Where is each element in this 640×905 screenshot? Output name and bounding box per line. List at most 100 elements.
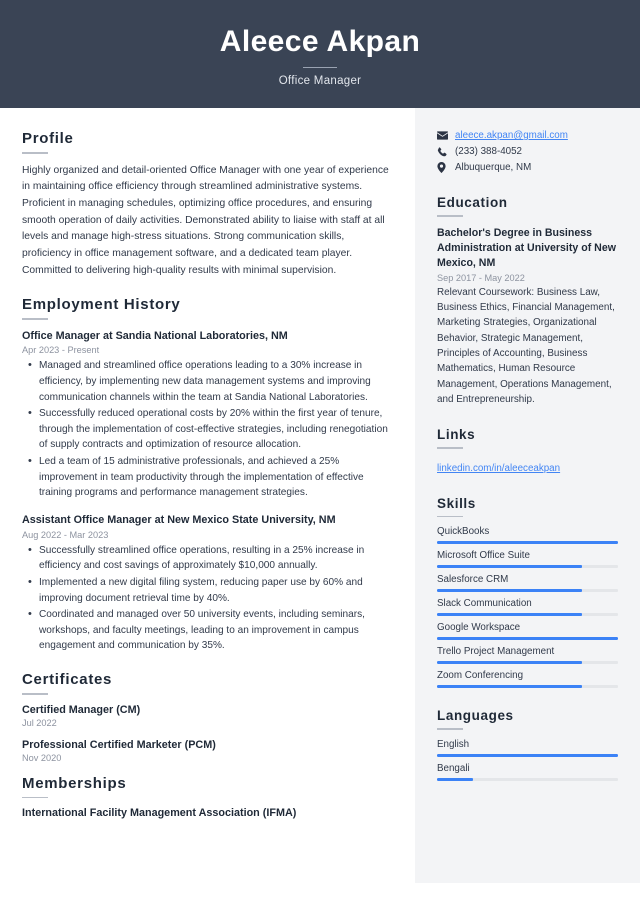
language-label: English — [437, 738, 470, 750]
links-heading: Links — [437, 427, 476, 443]
profile-text: Highly organized and detail-oriented Off… — [22, 164, 389, 276]
location-pin-icon — [437, 162, 451, 173]
skills-heading: Skills — [437, 495, 476, 511]
language-bar-track — [437, 777, 618, 781]
location-text: Albuquerque, NM — [455, 162, 532, 173]
heading-underline — [437, 447, 463, 449]
education-title: Bachelor's Degree in Business Administra… — [437, 226, 616, 269]
certificate-entry: Certified Manager (CM) Jul 2022 — [22, 704, 393, 728]
certificate-date: Jul 2022 — [22, 717, 57, 728]
heading-underline — [437, 215, 463, 217]
contact-phone-row: (233) 388-4052 — [437, 146, 618, 157]
skill-bar-fill — [437, 613, 582, 617]
skill-bar-track — [437, 613, 618, 617]
membership-name: International Facility Management Associ… — [22, 807, 297, 820]
heading-underline — [437, 515, 463, 518]
skill-bar-fill — [437, 685, 582, 689]
language-bar-track — [437, 753, 618, 757]
job-bullet-list: Managed and streamlined office operation… — [22, 357, 393, 501]
email-link[interactable]: aleece.akpan@gmail.com — [455, 130, 568, 141]
job-entry: Assistant Office Manager at New Mexico S… — [22, 513, 393, 654]
skill-label: Trello Project Management — [437, 646, 555, 658]
languages-heading: Languages — [437, 708, 514, 724]
skill-bar-fill — [437, 661, 582, 665]
job-bullet: Coordinated and managed over 50 universi… — [22, 606, 393, 654]
section-education: Education Bachelor's Degree in Business … — [437, 195, 618, 407]
skill-bar-track — [437, 685, 618, 689]
memberships-heading: Memberships — [22, 774, 127, 792]
resume-page: Aleece Akpan Office Manager Profile High… — [0, 0, 640, 905]
job-entry: Office Manager at Sandia National Labora… — [22, 329, 393, 501]
section-languages: Languages English Bengali — [437, 708, 618, 781]
skill-label: Google Workspace — [437, 622, 521, 634]
skill-bar-track — [437, 661, 618, 665]
job-title: Office Manager at Sandia National Labora… — [22, 329, 288, 342]
heading-underline — [22, 318, 48, 320]
certificate-name: Certified Manager (CM) — [22, 703, 141, 716]
section-profile: Profile Highly organized and detail-orie… — [22, 130, 393, 279]
job-bullet: Implemented a new digital filing system,… — [22, 574, 393, 606]
candidate-name: Aleece Akpan — [219, 25, 421, 58]
skill-bar-fill — [437, 637, 618, 641]
certificates-heading: Certificates — [22, 671, 113, 689]
heading-underline — [22, 152, 48, 154]
employment-heading: Employment History — [22, 296, 181, 314]
resume-body: Profile Highly organized and detail-orie… — [0, 108, 640, 905]
skill-item: QuickBooks — [437, 526, 618, 545]
job-bullet: Led a team of 15 administrative professi… — [22, 453, 393, 501]
certificate-name: Professional Certified Marketer (PCM) — [22, 738, 216, 751]
education-description: Relevant Coursework: Business Law, Busin… — [437, 286, 615, 405]
section-employment-history: Employment History Office Manager at San… — [22, 296, 393, 654]
skill-item: Slack Communication — [437, 598, 618, 617]
section-certificates: Certificates Certified Manager (CM) Jul … — [22, 671, 393, 763]
education-date: Sep 2017 - May 2022 — [437, 272, 525, 283]
skill-label: Microsoft Office Suite — [437, 550, 530, 562]
language-label: Bengali — [437, 762, 470, 774]
section-links: Links linkedin.com/in/aleeceakpan — [437, 427, 618, 476]
sidebar-column: aleece.akpan@gmail.com (233) 388-4052 Al… — [415, 108, 640, 883]
job-title: Assistant Office Manager at New Mexico S… — [22, 514, 336, 527]
language-bar-fill — [437, 753, 618, 757]
skill-bar-fill — [437, 541, 618, 545]
phone-icon — [437, 146, 451, 157]
skill-label: QuickBooks — [437, 526, 490, 538]
job-bullet-list: Successfully streamlined office operatio… — [22, 542, 393, 654]
certificate-date: Nov 2020 — [22, 752, 62, 763]
linkedin-link[interactable]: linkedin.com/in/aleeceakpan — [437, 463, 560, 474]
skill-item: Microsoft Office Suite — [437, 550, 618, 569]
language-item: English — [437, 739, 618, 757]
section-skills: Skills QuickBooks Microsoft Office Suite… — [437, 496, 618, 689]
contact-block: aleece.akpan@gmail.com (233) 388-4052 Al… — [437, 130, 618, 173]
heading-underline — [437, 728, 463, 730]
certificate-entry: Professional Certified Marketer (PCM) No… — [22, 739, 393, 763]
main-column: Profile Highly organized and detail-orie… — [0, 108, 415, 905]
education-heading: Education — [437, 195, 508, 210]
job-bullet: Successfully reduced operational costs b… — [22, 405, 393, 453]
skill-bar-fill — [437, 589, 582, 593]
skill-bar-track — [437, 565, 618, 569]
job-bullet: Successfully streamlined office operatio… — [22, 542, 393, 574]
skill-item: Salesforce CRM — [437, 574, 618, 593]
heading-underline — [22, 693, 48, 695]
envelope-icon — [437, 131, 451, 140]
skill-label: Slack Communication — [437, 598, 532, 610]
skill-item: Zoom Conferencing — [437, 670, 618, 689]
resume-header: Aleece Akpan Office Manager — [0, 0, 640, 108]
skill-label: Salesforce CRM — [437, 574, 509, 586]
contact-location-row: Albuquerque, NM — [437, 162, 618, 173]
contact-email-row: aleece.akpan@gmail.com — [437, 130, 618, 141]
skill-bar-fill — [437, 565, 582, 569]
skill-item: Google Workspace — [437, 622, 618, 641]
skill-bar-track — [437, 541, 618, 545]
phone-number: (233) 388-4052 — [455, 146, 522, 157]
section-memberships: Memberships International Facility Manag… — [22, 774, 393, 820]
job-bullet: Managed and streamlined office operation… — [22, 357, 393, 405]
skill-bar-track — [437, 589, 618, 593]
heading-underline — [22, 796, 48, 799]
header-divider — [303, 67, 337, 68]
skill-label: Zoom Conferencing — [437, 670, 524, 682]
language-bar-fill — [437, 777, 474, 781]
skill-bar-track — [437, 637, 618, 641]
job-date: Apr 2023 - Present — [22, 345, 100, 356]
language-item: Bengali — [437, 763, 618, 781]
